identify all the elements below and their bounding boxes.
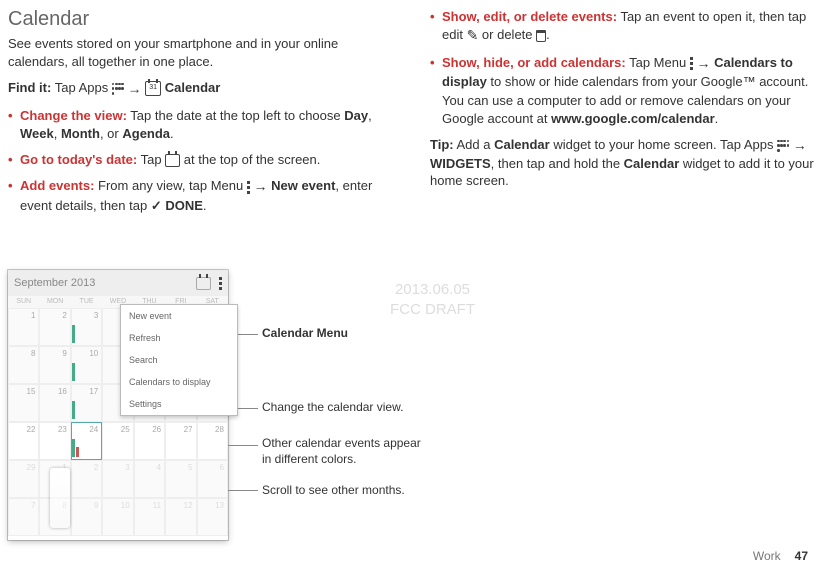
label-calendar-menu: Calendar Menu	[262, 326, 348, 340]
check-icon: ✓	[151, 197, 162, 215]
apps-icon	[777, 140, 789, 152]
label-change-view: Change the calendar view.	[262, 400, 403, 414]
bullet-today: Go to today's date: Tap at the top of th…	[20, 151, 393, 169]
calendar-31-icon: 31	[145, 81, 161, 96]
calendar-cell[interactable]: 28	[197, 422, 228, 460]
footer: Work47	[753, 549, 808, 563]
calendar-cell[interactable]: 5	[165, 460, 196, 498]
calendar-cell[interactable]: 9	[39, 346, 70, 384]
calendar-cell[interactable]: 16	[39, 384, 70, 422]
calendar-screenshot: September 2013 SUNMONTUEWEDTHUFRISAT 123…	[8, 270, 228, 540]
calendar-cell[interactable]: 3	[71, 308, 102, 346]
menu-icon	[690, 57, 693, 71]
label-other-colors: Other calendar events appear in differen…	[262, 436, 422, 467]
calendar-cell[interactable]: 27	[165, 422, 196, 460]
bullet-show-hide-calendars: Show, hide, or add calendars: Tap Menu →…	[442, 54, 818, 128]
calendar-cell[interactable]: 10	[102, 498, 133, 536]
calendar-cell[interactable]: 4	[134, 460, 165, 498]
find-it: Find it: Tap Apps → 31 Calendar	[8, 80, 393, 97]
calendar-cell[interactable]: 22	[8, 422, 39, 460]
menu-item[interactable]: Refresh	[121, 327, 237, 349]
calendar-cell[interactable]: 13	[197, 498, 228, 536]
calendar-cell[interactable]: 2	[71, 460, 102, 498]
calendar-cell[interactable]: 25	[102, 422, 133, 460]
month-label[interactable]: September 2013	[14, 277, 95, 289]
bullet-add-events: Add events: From any view, tap Menu → Ne…	[20, 177, 393, 215]
apps-icon	[112, 83, 124, 95]
menu-item[interactable]: Search	[121, 349, 237, 371]
calendar-cell[interactable]: 6	[197, 460, 228, 498]
calendar-cell[interactable]: 17	[71, 384, 102, 422]
overflow-menu-icon[interactable]	[219, 276, 222, 290]
calendar-cell[interactable]: 24	[71, 422, 102, 460]
menu-icon	[247, 180, 250, 194]
tip: Tip: Add a Calendar widget to your home …	[430, 136, 818, 190]
trash-icon	[536, 30, 546, 42]
pencil-icon: ✎	[467, 26, 479, 46]
bullet-edit-delete: Show, edit, or delete events: Tap an eve…	[442, 8, 818, 46]
menu-item[interactable]: Calendars to display	[121, 371, 237, 393]
page-title: Calendar	[8, 8, 393, 31]
watermark: 2013.06.05 FCC DRAFT	[390, 280, 475, 319]
calendar-cell[interactable]: 12	[165, 498, 196, 536]
calendar-cell[interactable]: 10	[71, 346, 102, 384]
calendar-cell[interactable]: 23	[39, 422, 70, 460]
calendar-cell[interactable]: 9	[71, 498, 102, 536]
menu-item[interactable]: Settings	[121, 393, 237, 415]
calendar-header[interactable]: September 2013	[8, 270, 228, 296]
intro-text: See events stored on your smartphone and…	[8, 35, 393, 70]
arrow-icon: →	[127, 81, 141, 97]
scroll-indicator	[50, 468, 70, 528]
calendar-cell[interactable]: 29	[8, 460, 39, 498]
calendar-cell[interactable]: 11	[134, 498, 165, 536]
label-scroll: Scroll to see other months.	[262, 483, 405, 497]
calendar-cell[interactable]: 1	[8, 308, 39, 346]
calendar-menu-popup[interactable]: New event Refresh Search Calendars to di…	[120, 304, 238, 416]
bullet-change-view: Change the view: Tap the date at the top…	[20, 107, 393, 143]
calendar-cell[interactable]: 26	[134, 422, 165, 460]
calendar-cell[interactable]: 7	[8, 498, 39, 536]
calendar-cell[interactable]: 8	[8, 346, 39, 384]
calendar-cell[interactable]: 3	[102, 460, 133, 498]
leader-line	[228, 490, 258, 491]
calendar-cell[interactable]: 2	[39, 308, 70, 346]
today-icon	[165, 154, 180, 167]
today-icon[interactable]	[196, 277, 211, 290]
leader-line	[228, 445, 258, 446]
menu-item[interactable]: New event	[121, 305, 237, 327]
calendar-cell[interactable]: 15	[8, 384, 39, 422]
page-number: 47	[795, 549, 808, 563]
